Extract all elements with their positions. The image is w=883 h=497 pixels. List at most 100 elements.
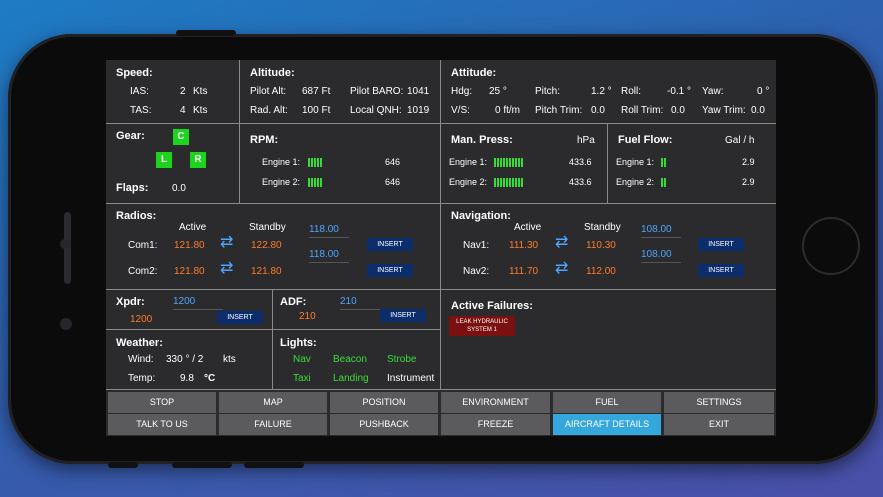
position-button[interactable]: POSITION bbox=[330, 392, 438, 413]
roll-value: -0.1 ° bbox=[667, 86, 692, 97]
rpm-engine2-label: Engine 2: bbox=[262, 177, 301, 187]
xpdr-insert-button[interactable]: INSERT bbox=[217, 311, 263, 324]
rad-alt-value: 100 Ft bbox=[302, 105, 331, 116]
ias-unit: Kts bbox=[193, 86, 208, 97]
nav1-insert-button[interactable]: INSERT bbox=[698, 238, 744, 251]
local-qnh-label: Local QNH: bbox=[350, 105, 402, 116]
level-bar-segment bbox=[664, 158, 666, 167]
rpm-panel: RPM: Engine 1: 646 Engine 2: 646 bbox=[240, 124, 441, 204]
level-bar-segment bbox=[308, 178, 310, 187]
temp-label: Temp: bbox=[128, 373, 156, 384]
level-bar-segment bbox=[497, 158, 499, 167]
nav2-active-freq: 111.70 bbox=[509, 266, 539, 277]
level-bar-segment bbox=[503, 178, 505, 187]
level-bar-segment bbox=[503, 158, 505, 167]
speed-title: Speed: bbox=[116, 67, 153, 79]
level-bar-segment bbox=[661, 158, 663, 167]
pushback-button[interactable]: PUSHBACK bbox=[330, 414, 438, 435]
com1-active-freq: 121.80 bbox=[174, 240, 205, 251]
phone-sensor bbox=[60, 239, 70, 249]
gear-title: Gear: bbox=[116, 130, 145, 142]
level-bar-segment bbox=[311, 178, 313, 187]
pitch-value: 1.2 ° bbox=[591, 86, 612, 97]
radios-active-label: Active bbox=[179, 222, 207, 233]
weather-panel: Weather: Wind: 330 ° / 2 kts Temp: 9.8 °… bbox=[106, 330, 273, 390]
gear-left-indicator: L bbox=[156, 152, 172, 168]
failures-panel: Active Failures: LEAK HYDRAULIC SYSTEM 1 bbox=[441, 290, 776, 390]
wind-value: 330 ° / 2 bbox=[166, 354, 204, 365]
rpm-engine1-bar bbox=[308, 158, 322, 167]
nav1-swap-icon[interactable]: ⇄ bbox=[555, 235, 568, 251]
freeze-button[interactable]: FREEZE bbox=[441, 414, 550, 435]
roll-label: Roll: bbox=[621, 86, 642, 97]
pilot-baro-label: Pilot BARO: bbox=[350, 86, 404, 97]
level-bar-segment bbox=[320, 158, 322, 167]
nav-active-label: Active bbox=[514, 222, 542, 233]
fuel-button[interactable]: FUEL bbox=[553, 392, 661, 413]
com2-insert-button[interactable]: INSERT bbox=[367, 264, 413, 277]
fuelflow-engine1-label: Engine 1: bbox=[616, 157, 655, 167]
level-bar-segment bbox=[664, 178, 666, 187]
nav2-entry-field[interactable]: 108.00 bbox=[641, 249, 681, 263]
manpress-engine2-bar bbox=[494, 178, 523, 187]
pilot-alt-label: Pilot Alt: bbox=[250, 86, 287, 97]
com2-swap-icon[interactable]: ⇄ bbox=[220, 261, 233, 277]
level-bar-segment bbox=[494, 158, 496, 167]
adf-insert-button[interactable]: INSERT bbox=[380, 309, 426, 322]
light-beacon[interactable]: Beacon bbox=[333, 354, 367, 365]
level-bar-segment bbox=[661, 178, 663, 187]
settings-button[interactable]: SETTINGS bbox=[664, 392, 774, 413]
nav1-active-freq: 111.30 bbox=[509, 240, 539, 251]
level-bar-segment bbox=[311, 158, 313, 167]
xpdr-entry-field[interactable]: 1200 bbox=[173, 296, 223, 310]
flaps-label: Flaps: bbox=[116, 182, 149, 194]
light-instrument[interactable]: Instrument bbox=[387, 373, 434, 384]
com1-insert-button[interactable]: INSERT bbox=[367, 238, 413, 251]
radios-panel: Radios: Active Standby Com1: 121.80 ⇄ 12… bbox=[106, 204, 441, 290]
xpdr-code: 1200 bbox=[130, 314, 153, 325]
level-bar-segment bbox=[320, 178, 322, 187]
yaw-value: 0 ° bbox=[757, 86, 770, 97]
com1-entry-field[interactable]: 118.00 bbox=[309, 224, 349, 238]
adf-panel: ADF: 210 210 INSERT bbox=[273, 290, 441, 330]
stop-button[interactable]: STOP bbox=[108, 392, 216, 413]
fuelflow-engine1-bar bbox=[661, 158, 666, 167]
light-nav[interactable]: Nav bbox=[293, 354, 311, 365]
talk-to-us-button[interactable]: TALK TO US bbox=[108, 414, 216, 435]
manpress-panel: Man. Press: hPa Engine 1: 433.6 Engine 2… bbox=[441, 124, 608, 204]
level-bar-segment bbox=[518, 158, 520, 167]
level-bar-segment bbox=[317, 158, 319, 167]
nav2-swap-icon[interactable]: ⇄ bbox=[555, 261, 568, 277]
light-strobe[interactable]: Strobe bbox=[387, 354, 416, 365]
roll-trim-label: Roll Trim: bbox=[621, 105, 664, 116]
phone-side-button bbox=[172, 462, 232, 468]
wind-label: Wind: bbox=[128, 354, 154, 365]
level-bar-segment bbox=[494, 178, 496, 187]
nav1-entry-field[interactable]: 108.00 bbox=[641, 224, 681, 238]
com2-entry-field[interactable]: 118.00 bbox=[309, 249, 349, 263]
tas-value: 4 bbox=[180, 105, 186, 116]
phone-home-button[interactable] bbox=[802, 217, 860, 275]
failure-button[interactable]: FAILURE bbox=[219, 414, 327, 435]
nav1-label: Nav1: bbox=[463, 240, 490, 251]
fuelflow-engine2-label: Engine 2: bbox=[616, 177, 655, 187]
manpress-engine2-label: Engine 2: bbox=[449, 177, 488, 187]
adf-entry-field[interactable]: 210 bbox=[340, 296, 390, 310]
rad-alt-label: Rad. Alt: bbox=[250, 105, 288, 116]
pilot-alt-value: 687 Ft bbox=[302, 86, 331, 97]
rpm-title: RPM: bbox=[250, 134, 279, 146]
manpress-engine1-label: Engine 1: bbox=[449, 157, 488, 167]
nav2-insert-button[interactable]: INSERT bbox=[698, 264, 744, 277]
exit-button[interactable]: EXIT bbox=[664, 414, 774, 435]
aircraft-details-button[interactable]: AIRCRAFT DETAILS bbox=[553, 414, 661, 435]
com2-label: Com2: bbox=[128, 266, 158, 277]
light-taxi[interactable]: Taxi bbox=[293, 373, 311, 384]
light-landing[interactable]: Landing bbox=[333, 373, 369, 384]
manpress-title: Man. Press: bbox=[451, 134, 513, 146]
map-button[interactable]: MAP bbox=[219, 392, 327, 413]
failure-badge[interactable]: LEAK HYDRAULIC SYSTEM 1 bbox=[449, 316, 515, 336]
level-bar-segment bbox=[314, 178, 316, 187]
level-bar-segment bbox=[500, 158, 502, 167]
environment-button[interactable]: ENVIRONMENT bbox=[441, 392, 550, 413]
com1-swap-icon[interactable]: ⇄ bbox=[220, 235, 233, 251]
